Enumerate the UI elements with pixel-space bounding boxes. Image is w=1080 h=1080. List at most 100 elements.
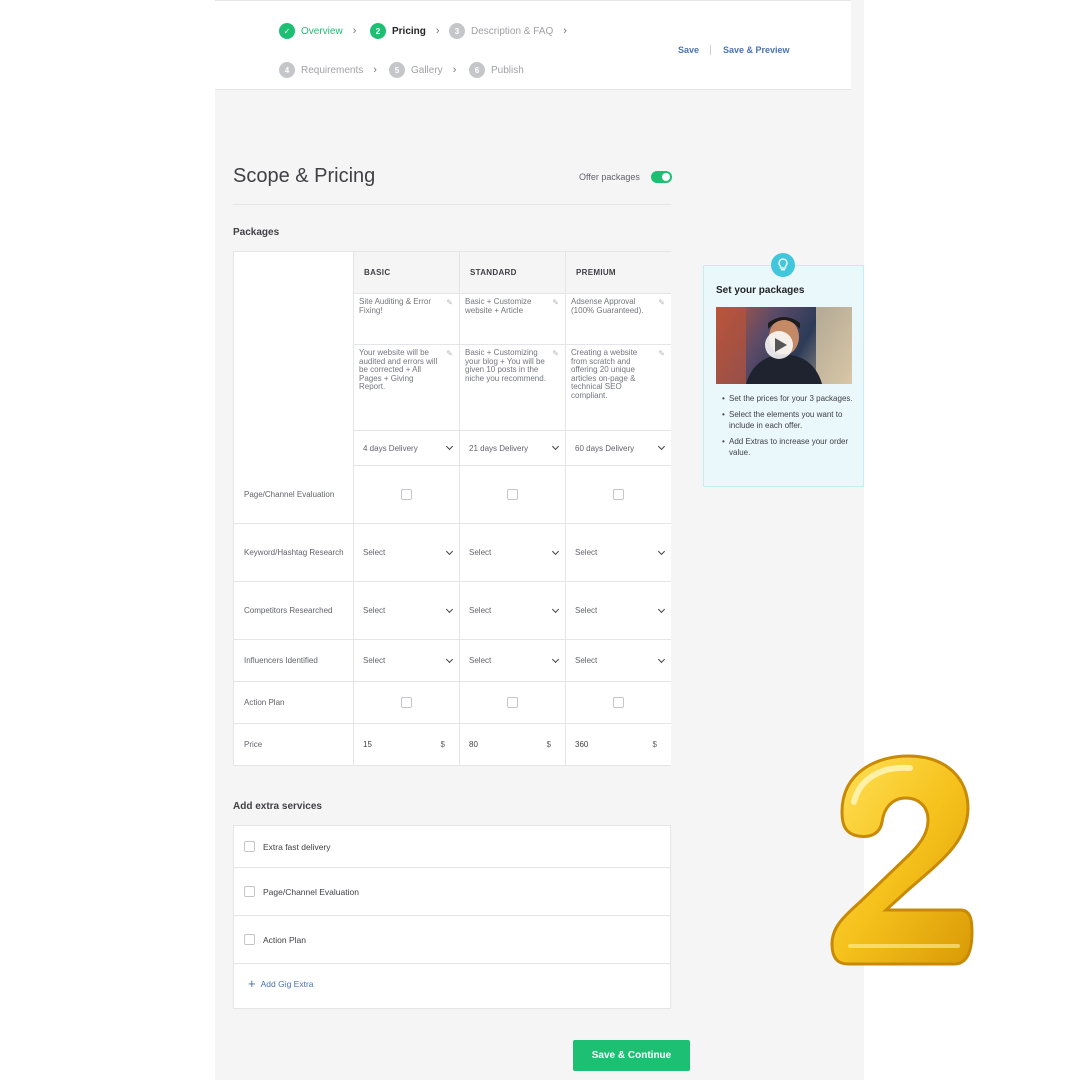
select-value: Select	[469, 656, 492, 665]
package-description-text: Basic + Customizing your blog + You will…	[465, 348, 546, 383]
lightbulb-icon	[771, 253, 795, 277]
chevron-down-icon	[657, 605, 666, 613]
packages-table: Page/Channel Evaluation Keyword/Hashtag …	[233, 251, 671, 766]
package-description-basic[interactable]: Your website will be audited and errors …	[354, 345, 460, 431]
extra-item[interactable]: Action Plan	[234, 916, 670, 964]
checkbox-cell	[460, 682, 566, 724]
package-name-basic[interactable]: Site Auditing & Error Fixing! ✎	[354, 294, 460, 345]
checkbox[interactable]	[507, 489, 518, 500]
chevron-down-icon	[657, 547, 666, 555]
delivery-select-standard[interactable]: 21 days Delivery	[460, 431, 566, 466]
packages-heading: Packages	[233, 227, 280, 238]
balloon-number-icon	[830, 754, 974, 966]
chevron-down-icon	[551, 442, 560, 451]
package-description-text: Your website will be audited and errors …	[359, 348, 438, 391]
step-number: 2	[370, 23, 386, 39]
pencil-icon: ✎	[446, 298, 453, 307]
price-input-basic[interactable]: 15 $	[354, 724, 460, 766]
select-premium[interactable]: Select	[566, 524, 671, 582]
row-label: Competitors Researched	[234, 582, 354, 640]
pencil-icon: ✎	[552, 298, 559, 307]
step-publish[interactable]: 6 Publish	[469, 62, 524, 78]
step-number: 4	[279, 62, 295, 78]
check-icon: ✓	[279, 23, 295, 39]
select-value: Select	[363, 606, 386, 615]
offer-packages-label: Offer packages	[579, 172, 640, 182]
extra-label: Action Plan	[263, 934, 306, 945]
select-standard[interactable]: Select	[460, 582, 566, 640]
currency-symbol: $	[652, 740, 657, 749]
pencil-icon: ✎	[552, 349, 559, 358]
chevron-down-icon	[551, 655, 560, 663]
checkbox[interactable]	[613, 697, 624, 708]
checkbox[interactable]	[401, 697, 412, 708]
package-description-standard[interactable]: Basic + Customizing your blog + You will…	[460, 345, 566, 431]
extra-item[interactable]: Page/Channel Evaluation	[234, 868, 670, 916]
price-input-standard[interactable]: 80 $	[460, 724, 566, 766]
package-name-text: Site Auditing & Error Fixing!	[359, 297, 432, 315]
chevron-down-icon	[445, 442, 454, 451]
chevron-right-icon: ›	[352, 25, 357, 37]
select-value: Select	[575, 656, 598, 665]
select-value: Select	[363, 548, 386, 557]
extra-item[interactable]: Extra fast delivery	[234, 826, 670, 868]
delivery-select-basic[interactable]: 4 days Delivery	[354, 431, 460, 466]
price-input-premium[interactable]: 360 $	[566, 724, 671, 766]
select-premium[interactable]: Select	[566, 582, 671, 640]
checkbox-cell	[566, 682, 671, 724]
chevron-down-icon	[445, 655, 454, 663]
checkbox[interactable]	[401, 489, 412, 500]
select-value: 60 days Delivery	[575, 443, 635, 453]
step-label: Overview	[301, 25, 343, 37]
chevron-down-icon	[551, 605, 560, 613]
pencil-icon: ✎	[658, 298, 665, 307]
delivery-select-premium[interactable]: 60 days Delivery	[566, 431, 671, 466]
step-overview[interactable]: ✓ Overview ›	[279, 23, 356, 39]
tip-bullet: Add Extras to increase your order value.	[722, 436, 857, 458]
package-name-premium[interactable]: Adsense Approval (100% Guaranteed). ✎	[566, 294, 671, 345]
save-continue-button[interactable]: Save & Continue	[573, 1040, 690, 1071]
package-name-standard[interactable]: Basic + Customize website + Article ✎	[460, 294, 566, 345]
page-title: Scope & Pricing	[233, 165, 376, 187]
select-value: Select	[575, 606, 598, 615]
checkbox[interactable]	[244, 886, 255, 897]
chevron-right-icon: ›	[563, 25, 567, 37]
checkbox[interactable]	[244, 841, 255, 852]
extras-heading: Add extra services	[233, 801, 322, 812]
step-requirements[interactable]: 4 Requirements ›	[279, 62, 377, 78]
save-preview-link[interactable]: Save & Preview	[723, 45, 790, 55]
currency-symbol: $	[440, 740, 445, 749]
tip-list: Set the prices for your 3 packages. Sele…	[722, 393, 857, 463]
checkbox[interactable]	[507, 697, 518, 708]
add-gig-extra-link[interactable]: + Add Gig Extra	[248, 977, 314, 990]
checkbox-cell	[354, 466, 460, 524]
checkbox-cell	[566, 466, 671, 524]
step-label: Description & FAQ	[471, 25, 554, 37]
row-label: Influencers Identified	[234, 640, 354, 682]
step-number: 3	[449, 23, 465, 39]
row-label: Price	[234, 724, 354, 766]
step-label: Publish	[491, 64, 524, 76]
checkbox-cell	[354, 682, 460, 724]
currency-symbol: $	[546, 740, 551, 749]
select-standard[interactable]: Select	[460, 524, 566, 582]
save-link[interactable]: Save	[678, 45, 699, 55]
step-label: Gallery	[411, 64, 443, 76]
row-label: Keyword/Hashtag Research	[234, 524, 354, 582]
select-basic[interactable]: Select	[354, 582, 460, 640]
checkbox[interactable]	[613, 489, 624, 500]
header-basic: BASIC	[354, 252, 460, 294]
checkbox[interactable]	[244, 934, 255, 945]
select-standard[interactable]: Select	[460, 640, 566, 682]
package-description-premium[interactable]: Creating a website from scratch and offe…	[566, 345, 671, 431]
header-standard: STANDARD	[460, 252, 566, 294]
offer-packages-toggle[interactable]	[651, 171, 672, 183]
step-label: Pricing	[392, 25, 426, 37]
step-description-faq[interactable]: 3 Description & FAQ ›	[449, 23, 567, 39]
select-premium[interactable]: Select	[566, 640, 671, 682]
step-pricing[interactable]: 2 Pricing ›	[370, 23, 440, 39]
video-thumbnail[interactable]	[716, 307, 852, 384]
select-basic[interactable]: Select	[354, 640, 460, 682]
step-gallery[interactable]: 5 Gallery ›	[389, 62, 456, 78]
select-basic[interactable]: Select	[354, 524, 460, 582]
